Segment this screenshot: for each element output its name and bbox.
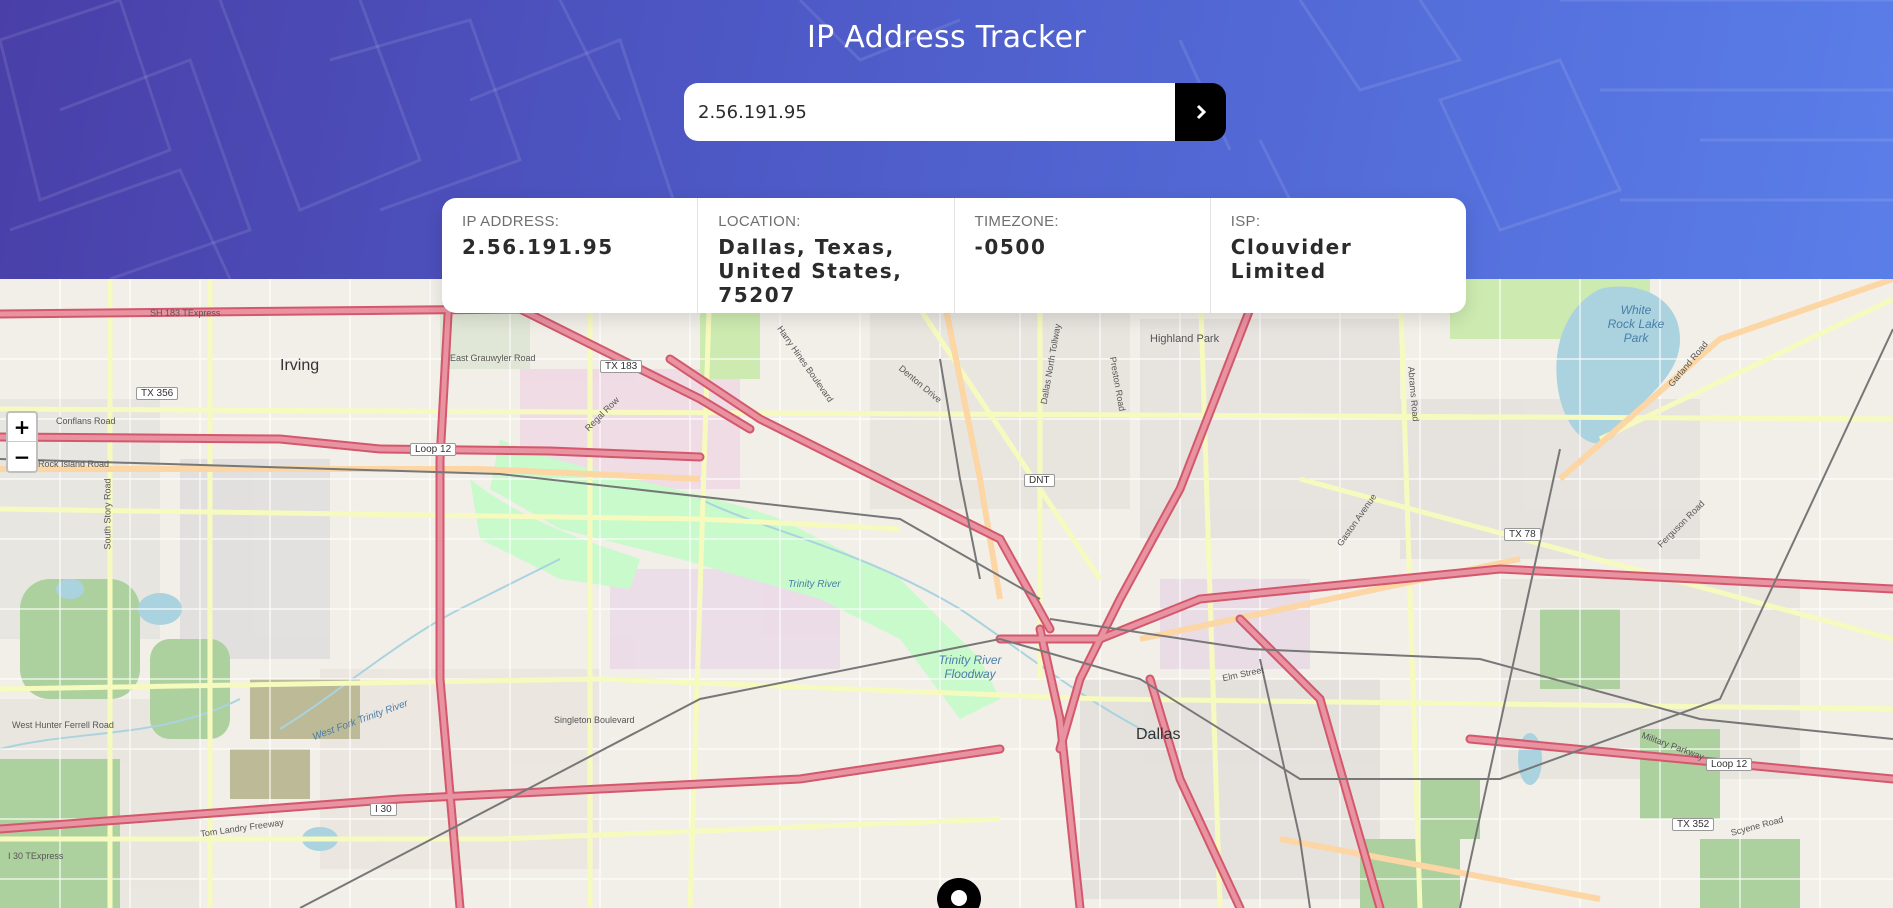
map-label-dallas: Dallas [1136,726,1181,743]
map-label-east-grauwyler: East Grauwyler Road [450,353,536,363]
page-title: IP Address Tracker [806,20,1087,55]
map-label-tx356: TX 356 [136,387,179,400]
map-label-loop12: Loop 12 [410,443,457,456]
ip-address-section: IP ADDRESS: 2.56.191.95 [442,198,699,313]
map-label-i30-texpress: I 30 TExpress [8,851,64,861]
map-label-i30: I 30 [370,803,397,816]
location-line: United States, [718,259,903,283]
isp-section: ISP: Clouvider Limited [1211,198,1466,313]
timezone-value: -0500 [974,235,1047,259]
map-label-conflans: Conflans Road [56,416,116,426]
map-label-south-story: South Story Road [102,478,113,550]
map-label-west-hunter: West Hunter Ferrell Road [12,720,114,730]
zoom-out-button[interactable]: − [8,442,36,471]
location-line: 75207 [718,283,796,307]
map-label-highland-park: Highland Park [1150,333,1220,345]
isp-value: Clouvider Limited [1230,235,1353,283]
location-label: LOCATION: [718,213,801,230]
map-label-irving: Irving [280,357,320,374]
map-label-loop12-east: Loop 12 [1706,758,1753,771]
map-view[interactable]: Irving Dallas Highland Park White Rock L… [0,279,1893,908]
map-label-singleton: Singleton Boulevard [554,715,635,725]
zoom-control: + − [6,411,38,473]
map-label-white-rock: White Rock Lake Park [1607,303,1665,345]
location-pin-icon [937,878,981,908]
map-label-trinity-river: Trinity River [788,579,841,590]
map-label-rock-island: Rock Island Road [38,459,110,469]
location-value: Dallas, Texas, United States, 75207 [718,235,933,307]
isp-label: ISP: [1230,213,1261,230]
location-section: LOCATION: Dallas, Texas, United States, … [698,198,955,313]
map-label-sh183: SH 183 TExpress [150,308,221,318]
search-bar [684,83,1226,141]
map-label-trinity-floodway: Trinity River Floodway [938,653,1002,681]
ip-info-card: IP ADDRESS: 2.56.191.95 LOCATION: Dallas… [442,198,1466,313]
map-label-tx183: TX 183 [600,360,643,373]
timezone-label: TIMEZONE: [974,213,1059,230]
chevron-right-icon [1196,104,1206,120]
zoom-in-button[interactable]: + [8,413,36,442]
location-line: Dallas, Texas, [718,235,895,259]
ip-address-label: IP ADDRESS: [462,213,560,230]
ip-search-input[interactable] [684,83,1175,141]
map-label-tx352: TX 352 [1672,818,1715,831]
map-label-tx78: TX 78 [1504,528,1541,541]
timezone-section: TIMEZONE: -0500 [955,198,1211,313]
map-label-dnt: DNT [1024,474,1055,487]
search-submit-button[interactable] [1175,83,1226,141]
ip-address-value: 2.56.191.95 [462,235,614,259]
